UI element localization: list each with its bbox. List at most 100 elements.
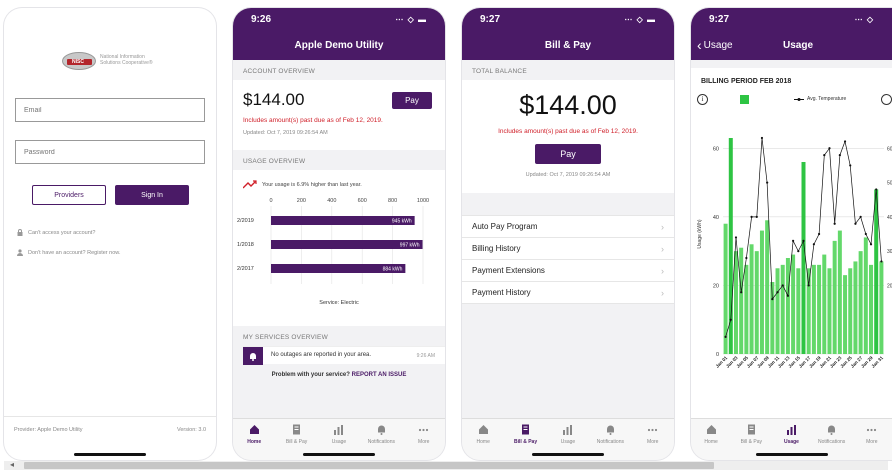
temperature-tick-label: 20 (887, 283, 892, 289)
usage-bar (759, 230, 764, 354)
menu-billing-history[interactable]: Billing History › (462, 238, 674, 260)
temperature-point (849, 164, 852, 167)
tab-more[interactable]: More (852, 424, 892, 460)
y-tick-label: 40 (713, 215, 719, 221)
updated-time: Updated: Oct 7, 2019 09:26:54 AM (525, 172, 611, 178)
usage-bar (822, 254, 827, 354)
temperature-point (771, 298, 774, 301)
temperature-point (745, 256, 748, 260)
login-screen: NISC National Information Solutions Coop… (4, 8, 216, 460)
password-input[interactable] (15, 140, 205, 164)
tab-home[interactable]: Home (463, 424, 503, 460)
temperature-point (792, 239, 795, 242)
bell-icon (377, 425, 385, 435)
usage-bar (837, 230, 842, 354)
providers-button[interactable]: Providers (32, 185, 106, 205)
usage-bar (723, 223, 728, 354)
usage-overview-label: USAGE OVERVIEW (243, 158, 306, 165)
total-balance-label: TOTAL BALANCE (472, 68, 527, 75)
chevron-right-icon: › (661, 287, 664, 298)
status-bar: 9:27 ⋯ ◇ (691, 8, 892, 30)
document-icon (747, 424, 755, 435)
trend-up-icon (243, 180, 257, 189)
thermometer-icon[interactable] (881, 94, 892, 105)
report-issue-link[interactable]: REPORT AN ISSUE (352, 372, 407, 378)
bill-menu: Auto Pay Program › Billing History › Payme… (462, 215, 674, 304)
home-screen: 9:26 ⋯ ◇ ▬ Apple Demo Utility ACCOUNT OV… (233, 8, 445, 460)
tab-more[interactable]: More (404, 424, 444, 460)
usage-bar (791, 254, 796, 354)
email-input[interactable] (15, 98, 205, 122)
axis-tick-label: 600 (358, 198, 367, 204)
status-bar: 9:27 ⋯ ◇ ▬ (462, 8, 674, 30)
category-label: 1/2018 (237, 242, 254, 248)
category-label: 2/2019 (237, 218, 254, 224)
temperature-point (864, 232, 867, 236)
usage-overview-card: Your usage is 6.9% higher than last year… (233, 170, 445, 326)
nav-bar: Apple Demo Utility (233, 30, 445, 60)
temperature-point (781, 284, 784, 287)
balance-amount: $144.00 (243, 90, 305, 109)
tab-home[interactable]: Home (234, 424, 274, 460)
axis-tick-label: 0 (269, 198, 272, 204)
cant-access-link[interactable]: Can't access your account? (17, 229, 95, 236)
temperature-point (724, 335, 727, 338)
temperature-point (755, 215, 758, 218)
scrollbar-thumb[interactable] (24, 462, 714, 469)
usage-chart-card: BILLING PERIOD FEB 2018 i Avg. Temperatu… (691, 68, 892, 420)
signin-button[interactable]: Sign In (115, 185, 189, 205)
back-button[interactable]: ‹ Usage (697, 37, 733, 53)
updated-time: Updated: Oct 7, 2019 09:26:54 AM (243, 130, 328, 136)
temperature-point (875, 188, 878, 191)
tab-home[interactable]: Home (691, 424, 731, 460)
register-link[interactable]: Don't have an account? Register now. (17, 249, 120, 256)
legend-line-icon (794, 97, 804, 101)
usage-bar (853, 261, 858, 354)
bar-chart-icon (563, 425, 573, 435)
temperature-point (797, 250, 800, 253)
temperature-point (786, 294, 790, 297)
pay-button[interactable]: Pay (392, 92, 432, 109)
usage-bar (749, 244, 754, 354)
horizontal-scrollbar[interactable]: ◂ (4, 460, 888, 470)
bar-chart-icon (786, 425, 796, 435)
temperature-point (776, 291, 779, 294)
home-indicator (74, 453, 146, 456)
usage-bar (848, 268, 853, 354)
temperature-point (859, 215, 862, 218)
y-tick-label: 20 (713, 283, 719, 289)
lock-icon (17, 229, 23, 236)
tab-more[interactable]: More (633, 424, 673, 460)
usage-bar (744, 264, 749, 354)
usage-bar (817, 264, 822, 354)
usage-bar (806, 268, 811, 354)
page-title: Bill & Pay (544, 39, 592, 51)
chevron-left-icon: ‹ (697, 37, 702, 53)
document-icon (293, 424, 301, 435)
menu-payment-history[interactable]: Payment History › (462, 282, 674, 304)
services-overview-label: MY SERVICES OVERVIEW (243, 334, 328, 341)
pay-button[interactable]: Pay (535, 144, 601, 164)
temperature-point (766, 181, 769, 184)
legend-usage-swatch (740, 95, 749, 104)
home-indicator (755, 453, 828, 456)
usage-bar (796, 268, 801, 354)
home-indicator (532, 453, 604, 456)
usage-bar (775, 268, 780, 354)
temperature-point (740, 291, 743, 294)
usage-bar (879, 261, 884, 354)
status-icons: ⋯ ◇ (854, 14, 874, 24)
temperature-point (807, 284, 810, 287)
scroll-left-arrow-icon[interactable]: ◂ (10, 460, 14, 469)
outage-message: No outages are reported in your area. (271, 352, 372, 358)
temperature-point (833, 222, 836, 225)
y-axis-label: Usage (kWh) (697, 219, 703, 249)
login-footer: Provider: Apple Demo Utility Version: 3.… (4, 416, 216, 442)
menu-auto-pay[interactable]: Auto Pay Program › (462, 216, 674, 238)
service-label: Service: Electric (319, 300, 359, 306)
bar-value-label: 997 kWh (400, 242, 420, 248)
usage-header: 9:27 ⋯ ◇ ‹ Usage Usage (691, 8, 892, 60)
menu-payment-extensions[interactable]: Payment Extensions › (462, 260, 674, 282)
total-balance-card: $144.00 Includes amount(s) past due as o… (462, 80, 674, 193)
info-icon[interactable]: i (697, 94, 708, 105)
